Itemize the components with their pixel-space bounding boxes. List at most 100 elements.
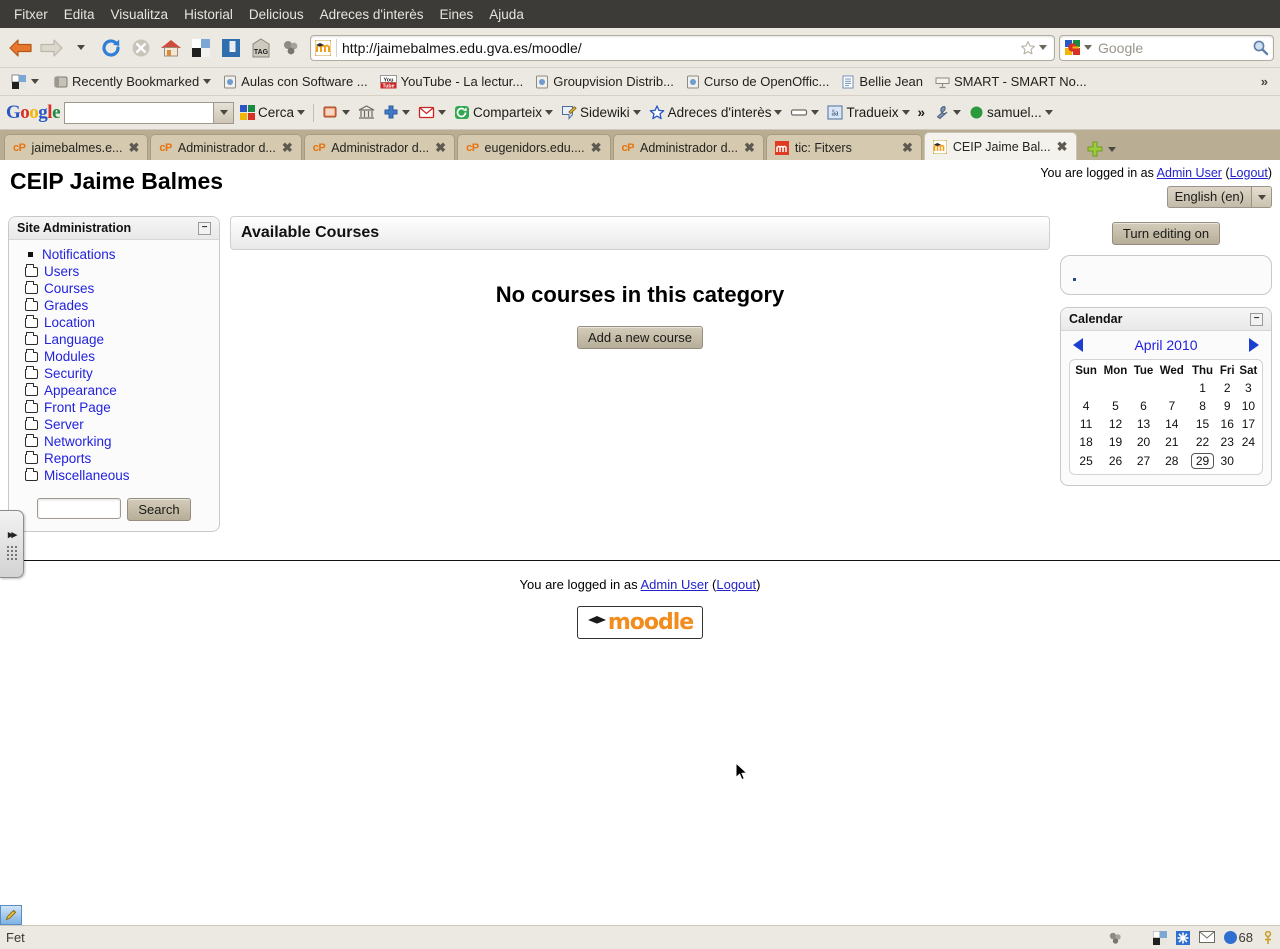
- sidebar-item-label[interactable]: Location: [44, 315, 95, 330]
- add-new-course-button[interactable]: Add a new course: [576, 326, 704, 349]
- close-icon[interactable]: ✖: [282, 140, 293, 156]
- calendar-day[interactable]: 1: [1187, 379, 1217, 397]
- sidebar-item-server[interactable]: Server: [13, 416, 215, 433]
- browser-tab[interactable]: cP Administrador d... ✖: [612, 134, 764, 160]
- calendar-day[interactable]: 23: [1218, 433, 1237, 451]
- calendar-day[interactable]: [1131, 379, 1156, 397]
- sidebar-item-label[interactable]: Front Page: [44, 400, 111, 415]
- sidebar-item-label[interactable]: Notifications: [42, 247, 116, 262]
- bookmarks-overflow-icon[interactable]: »: [1261, 74, 1274, 89]
- google-engine-icon[interactable]: [1064, 39, 1081, 56]
- sidebar-item-courses[interactable]: Courses: [13, 280, 215, 297]
- login-user-link[interactable]: Admin User: [1157, 166, 1222, 180]
- calendar-day[interactable]: 27: [1131, 451, 1156, 471]
- turn-editing-on-button[interactable]: Turn editing on: [1111, 222, 1221, 245]
- sidebar-item-label[interactable]: Courses: [44, 281, 94, 296]
- search-engine-dropdown-icon[interactable]: [1084, 45, 1092, 50]
- find-toolbar-icon[interactable]: [0, 905, 22, 925]
- sidebar-item-grades[interactable]: Grades: [13, 297, 215, 314]
- sidebar-item-reports[interactable]: Reports: [13, 450, 215, 467]
- sidebar-item-label[interactable]: Server: [44, 417, 84, 432]
- google-toolbar-highlight[interactable]: [788, 104, 821, 121]
- calendar-day[interactable]: 8: [1187, 397, 1217, 415]
- sidebar-item-label[interactable]: Modules: [44, 349, 95, 364]
- close-icon[interactable]: ✖: [128, 140, 139, 156]
- google-toolbar-plus[interactable]: [381, 104, 412, 121]
- history-dropdown-button[interactable]: [66, 33, 96, 63]
- calendar-day[interactable]: 16: [1218, 415, 1237, 433]
- sidebar-item-label[interactable]: Users: [44, 264, 79, 279]
- menu-item-history[interactable]: Historial: [176, 5, 241, 24]
- bookmark-apps-button[interactable]: [6, 72, 44, 92]
- google-toolbar-settings[interactable]: [931, 104, 963, 121]
- menu-item-delicious[interactable]: Delicious: [241, 5, 312, 24]
- extension-button[interactable]: [276, 33, 306, 63]
- close-icon[interactable]: ✖: [591, 140, 602, 156]
- calendar-day[interactable]: 18: [1072, 433, 1100, 451]
- calendar-day[interactable]: 11: [1072, 415, 1100, 433]
- delicious-button[interactable]: [186, 33, 216, 63]
- calendar-day[interactable]: 22: [1187, 433, 1217, 451]
- chevron-down-icon[interactable]: [1251, 187, 1271, 207]
- sidebar-item-label[interactable]: Security: [44, 366, 93, 381]
- google-toolbar-adreces[interactable]: Adreces d'interès: [647, 104, 785, 121]
- sidebar-item-front-page[interactable]: Front Page: [13, 399, 215, 416]
- browser-tab[interactable]: cP jaimebalmes.e... ✖: [4, 134, 149, 160]
- browser-tab[interactable]: cP Administrador d... ✖: [150, 134, 302, 160]
- sidebar-item-label[interactable]: Language: [44, 332, 104, 347]
- google-toolbar-overflow-icon[interactable]: »: [916, 104, 928, 121]
- close-icon[interactable]: ✖: [902, 140, 913, 156]
- calendar-day[interactable]: [1237, 451, 1260, 471]
- logout-link[interactable]: Logout: [1230, 166, 1268, 180]
- bookmark-groupvision[interactable]: Groupvision Distrib...: [530, 72, 679, 91]
- google-toolbar-comparteix[interactable]: Comparteix: [452, 104, 555, 121]
- sidebar-item-label[interactable]: Grades: [44, 298, 88, 313]
- menu-item-view[interactable]: Visualitza: [103, 5, 177, 24]
- calendar-day-today[interactable]: 29: [1187, 451, 1217, 471]
- calendar-day[interactable]: 3: [1237, 379, 1260, 397]
- close-icon[interactable]: ✖: [1057, 139, 1068, 155]
- drag-grip-icon[interactable]: [6, 544, 17, 561]
- calendar-day[interactable]: 24: [1237, 433, 1260, 451]
- calendar-day[interactable]: 10: [1237, 397, 1260, 415]
- bookmark-curso-openoffice[interactable]: Curso de OpenOffic...: [681, 72, 835, 91]
- calendar-day[interactable]: 30: [1218, 451, 1237, 471]
- search-icon[interactable]: [1252, 39, 1269, 56]
- address-bar[interactable]: http://jaimebalmes.edu.gva.es/moodle/: [310, 34, 1055, 61]
- tray-mail-icon[interactable]: [1198, 931, 1215, 944]
- tray-delicious-icon[interactable]: [1152, 930, 1167, 945]
- stop-button[interactable]: [126, 33, 156, 63]
- google-toolbar-bank[interactable]: [356, 104, 377, 121]
- google-toolbar-tradueix[interactable]: ăa Tradueix: [825, 104, 911, 121]
- calendar-day[interactable]: [1072, 379, 1100, 397]
- browser-search-bar[interactable]: Google: [1059, 34, 1274, 61]
- menu-item-tools[interactable]: Eines: [432, 5, 482, 24]
- tray-person-icon[interactable]: [1262, 930, 1274, 945]
- calendar-day[interactable]: 2: [1218, 379, 1237, 397]
- calendar-day[interactable]: 20: [1131, 433, 1156, 451]
- bookmark-recently-bookmarked[interactable]: Recently Bookmarked: [49, 72, 216, 91]
- google-toolbar-sidewiki[interactable]: Sidewiki: [559, 104, 643, 121]
- browser-tab[interactable]: tic: Fitxers ✖: [765, 134, 922, 160]
- reload-button[interactable]: [96, 33, 126, 63]
- tray-sync-icon[interactable]: [1175, 930, 1190, 945]
- menu-item-bookmarks[interactable]: Adreces d'interès: [312, 5, 432, 24]
- tray-extension-icon[interactable]: [1108, 931, 1123, 945]
- google-toolbar-bookmarks[interactable]: [320, 104, 352, 121]
- sidebar-item-appearance[interactable]: Appearance: [13, 382, 215, 399]
- back-button[interactable]: [6, 33, 36, 63]
- forward-button[interactable]: [36, 33, 66, 63]
- new-tab-button[interactable]: [1087, 141, 1103, 157]
- footer-logout-link[interactable]: Logout: [716, 577, 756, 592]
- dock-panel-handle[interactable]: ▸▸: [0, 510, 24, 578]
- calendar-day[interactable]: 5: [1100, 397, 1131, 415]
- calendar-day[interactable]: 26: [1100, 451, 1131, 471]
- bookmark-dropdown-icon[interactable]: [1039, 45, 1047, 50]
- search-input[interactable]: Google: [1092, 40, 1252, 56]
- sidebar-item-location[interactable]: Location: [13, 314, 215, 331]
- close-icon[interactable]: ✖: [744, 140, 755, 156]
- bookmark-smart-notebook[interactable]: SMART - SMART No...: [930, 72, 1092, 91]
- browser-tab-active[interactable]: CEIP Jaime Bal... ✖: [923, 132, 1077, 160]
- sidebar-item-security[interactable]: Security: [13, 365, 215, 382]
- sidebar-item-label[interactable]: Networking: [44, 434, 112, 449]
